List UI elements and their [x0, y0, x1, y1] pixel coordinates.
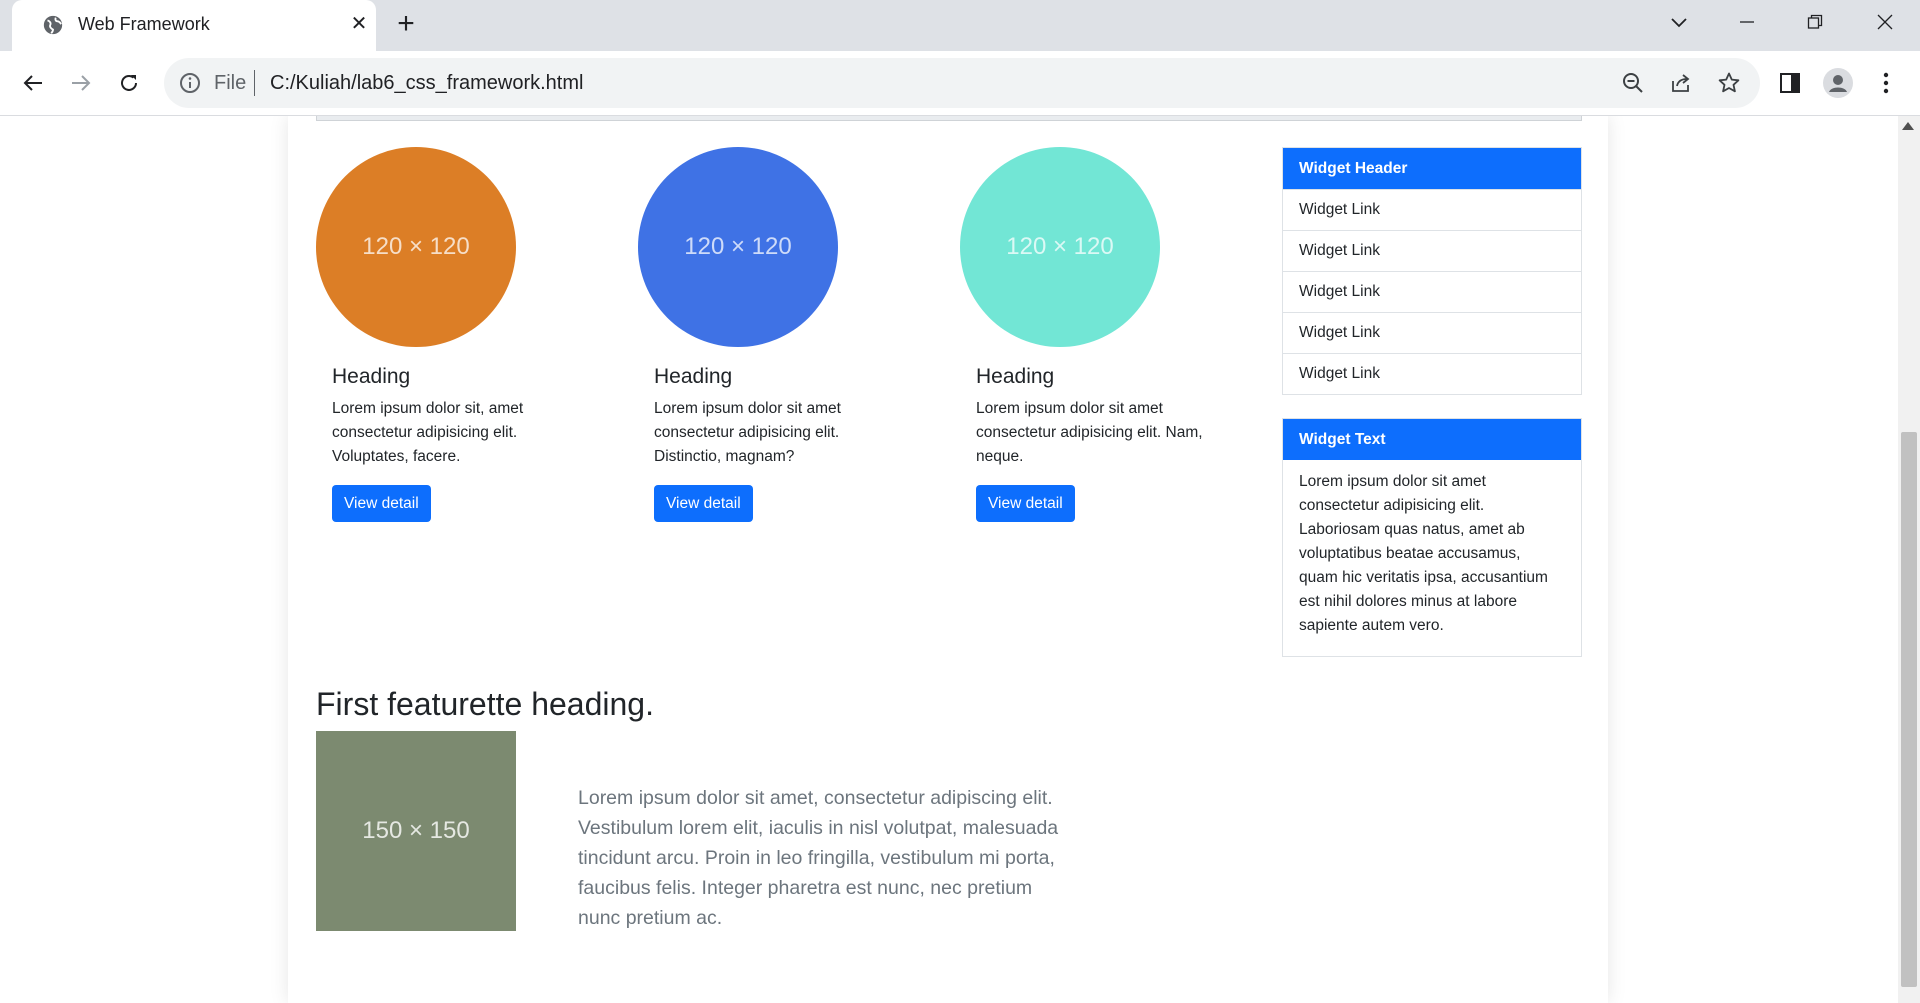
card-1: 120 × 120 Heading Lorem ipsum dolor sit,… [316, 147, 616, 522]
reload-icon [121, 74, 137, 91]
image-size-label: 120 × 120 [1006, 233, 1114, 260]
tab-search-button[interactable] [1646, 0, 1712, 44]
restore-button[interactable] [1782, 0, 1848, 44]
scrollbar-thumb[interactable] [1901, 432, 1917, 987]
menu-button[interactable] [1870, 67, 1902, 99]
info-icon[interactable] [178, 71, 202, 95]
page-scrollbar[interactable] [1898, 116, 1920, 1003]
featurette-heading: First featurette heading. [316, 686, 654, 722]
image-size-label: 150 × 150 [362, 817, 470, 844]
reload-button[interactable] [112, 66, 146, 100]
widget-link[interactable]: Widget Link [1283, 230, 1581, 271]
minimize-icon [1740, 21, 1754, 23]
address-url[interactable]: C:/Kuliah/lab6_css_framework.html [270, 72, 583, 95]
back-button[interactable] [16, 66, 50, 100]
widget-link[interactable]: Widget Link [1283, 353, 1581, 394]
page-viewport: 120 × 120 Heading Lorem ipsum dolor sit,… [0, 116, 1898, 1003]
card-2-view-detail-button[interactable]: View detail [654, 485, 753, 522]
side-panel-icon [1780, 73, 1800, 93]
minimize-button[interactable] [1714, 0, 1780, 44]
card-1-heading: Heading [332, 365, 411, 388]
close-icon [1877, 14, 1893, 30]
share-icon [1672, 74, 1690, 92]
more-vert-icon [1883, 72, 1889, 94]
chevron-down-icon [1671, 18, 1687, 28]
card-1-image: 120 × 120 [316, 147, 516, 347]
new-tab-button[interactable]: + [392, 9, 420, 39]
featurette-lead-text: Lorem ipsum dolor sit amet, consectetur … [578, 786, 1059, 929]
scroll-up-arrow-icon[interactable] [1902, 122, 1914, 130]
arrow-left-icon [23, 75, 42, 91]
card-2-heading: Heading [654, 365, 733, 388]
card-3-text: Lorem ipsum dolor sit amet consectetur a… [976, 400, 1203, 465]
address-divider [254, 70, 255, 96]
arrow-right-icon [72, 75, 91, 91]
widget-link[interactable]: Widget Link [1283, 312, 1581, 353]
widget-text-header: Widget Text [1283, 419, 1581, 460]
avatar-icon [1823, 68, 1853, 98]
share-button[interactable] [1668, 70, 1694, 96]
tab-strip: Web Framework ✕ + [0, 0, 1920, 51]
zoom-out-icon [1623, 73, 1643, 93]
card-2-image: 120 × 120 [638, 147, 838, 347]
widget-header: Widget Header [1283, 148, 1581, 189]
forward-button[interactable] [64, 66, 98, 100]
widget-links-card: Widget Header Widget Link Widget Link Wi… [1282, 147, 1582, 395]
card-1-view-detail-button[interactable]: View detail [332, 485, 431, 522]
widget-text-body: Lorem ipsum dolor sit amet consectetur a… [1299, 473, 1548, 634]
featurette-image: 150 × 150 [316, 731, 516, 931]
card-3-image: 120 × 120 [960, 147, 1160, 347]
zoom-button[interactable] [1620, 70, 1646, 96]
browser-toolbar: File C:/Kuliah/lab6_css_framework.html [0, 51, 1920, 116]
browser-tab[interactable]: Web Framework ✕ [12, 0, 376, 51]
card-2: 120 × 120 Heading Lorem ipsum dolor sit … [638, 147, 938, 522]
widget-link[interactable]: Widget Link [1283, 271, 1581, 312]
profile-button[interactable] [1822, 67, 1854, 99]
address-scheme-label: File [214, 72, 247, 94]
tab-title: Web Framework [78, 14, 210, 34]
widget-link[interactable]: Widget Link [1283, 189, 1581, 230]
widget-text-card: Widget Text Lorem ipsum dolor sit amet c… [1282, 418, 1582, 657]
star-icon [1718, 72, 1740, 93]
close-tab-icon[interactable]: ✕ [348, 13, 370, 35]
card-2-text: Lorem ipsum dolor sit amet consectetur a… [654, 400, 841, 465]
image-size-label: 120 × 120 [684, 233, 792, 260]
bookmark-button[interactable] [1716, 70, 1742, 96]
address-bar[interactable]: File C:/Kuliah/lab6_css_framework.html [164, 58, 1760, 108]
close-window-button[interactable] [1852, 0, 1918, 44]
card-3-heading: Heading [976, 365, 1055, 388]
card-3: 120 × 120 Heading Lorem ipsum dolor sit … [960, 147, 1260, 522]
globe-icon [43, 15, 63, 35]
card-3-view-detail-button[interactable]: View detail [976, 485, 1075, 522]
card-1-text: Lorem ipsum dolor sit, amet consectetur … [332, 400, 524, 465]
side-panel-button[interactable] [1774, 67, 1806, 99]
jumbotron-bottom-edge [316, 116, 1582, 121]
image-size-label: 120 × 120 [362, 233, 470, 260]
restore-icon [1807, 14, 1823, 29]
